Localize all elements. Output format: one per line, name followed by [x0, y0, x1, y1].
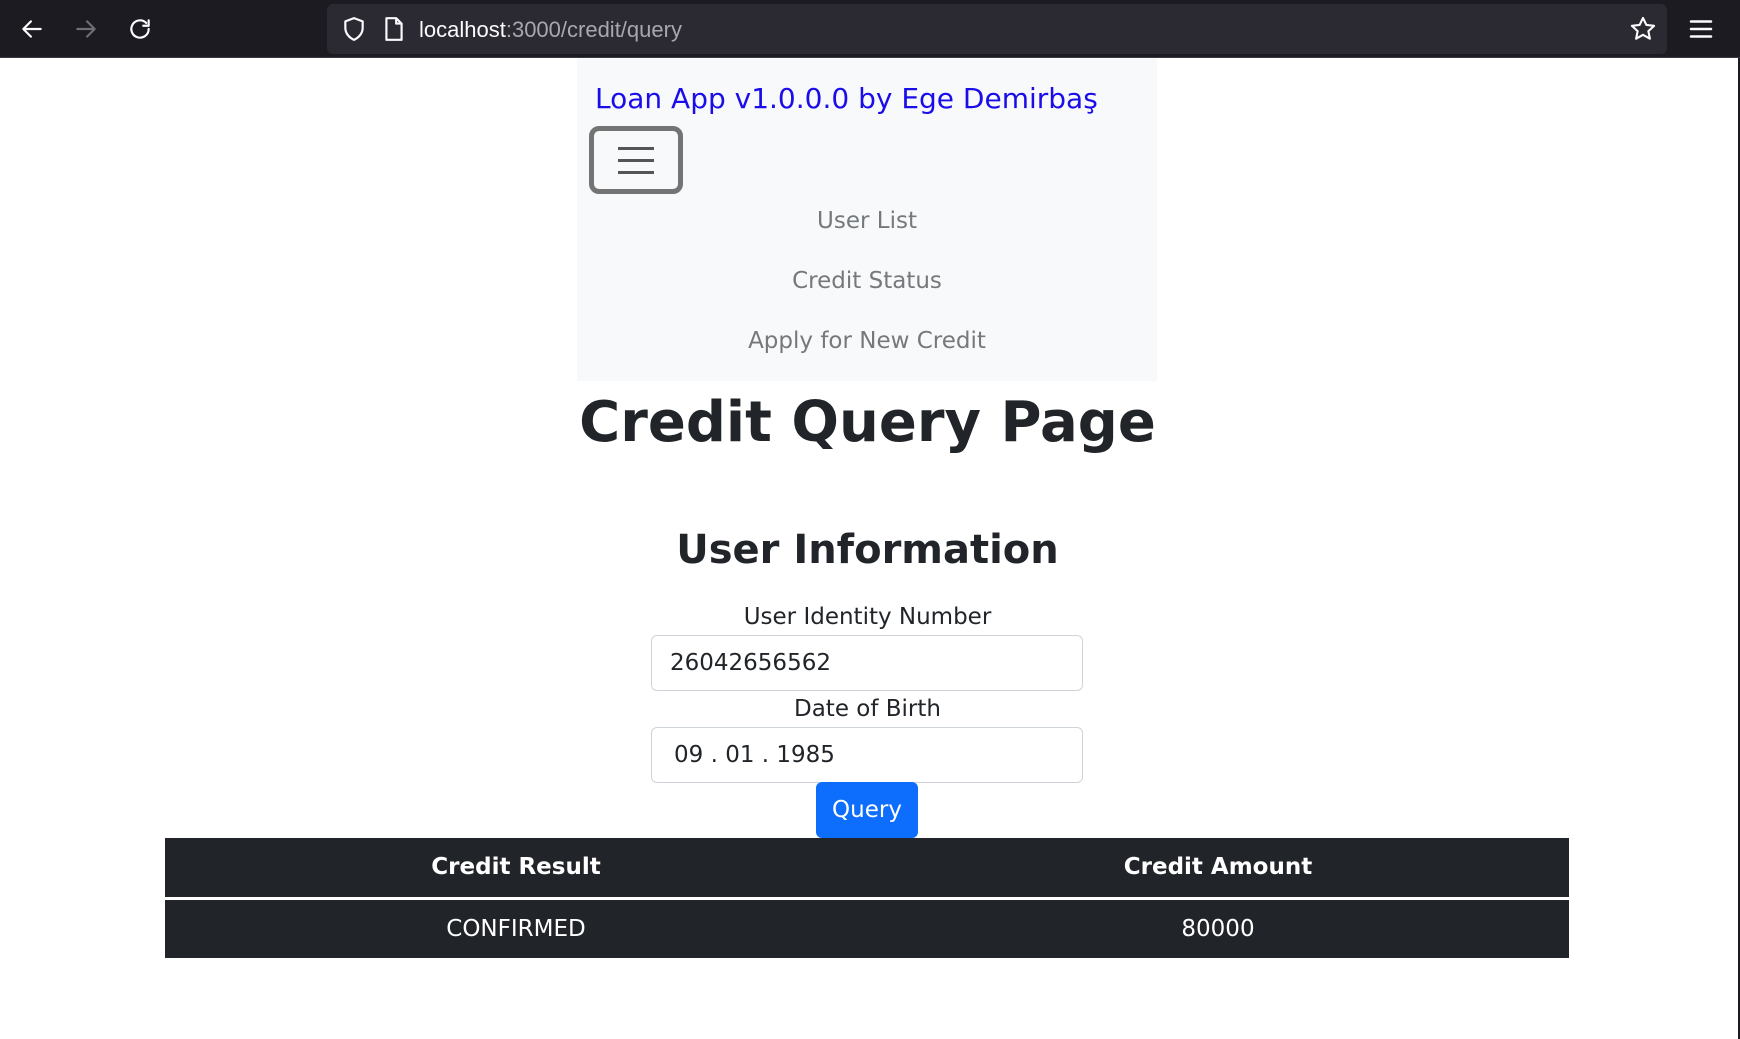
nav-link-credit-status[interactable]: Credit Status — [577, 268, 1157, 294]
toggler-line-icon — [618, 159, 654, 162]
identity-label: User Identity Number — [743, 604, 992, 630]
navbar: Loan App v1.0.0.0 by Ege Demirbaş User L… — [577, 58, 1157, 381]
credit-result-cell: CONFIRMED — [165, 898, 867, 958]
reload-icon[interactable] — [120, 10, 160, 48]
bookmark-star-icon[interactable] — [1629, 15, 1657, 43]
shield-icon[interactable] — [341, 16, 367, 42]
browser-toolbar: localhost:3000/credit/query — [0, 0, 1740, 58]
table-row: CONFIRMED 80000 — [165, 898, 1569, 958]
column-header-credit-amount: Credit Amount — [867, 838, 1569, 900]
hamburger-menu-icon[interactable] — [1686, 14, 1716, 44]
url-text[interactable]: localhost:3000/credit/query — [419, 17, 682, 43]
table-header-row: Credit Result Credit Amount — [165, 838, 1569, 900]
date-value: 09 . 01 . 1985 — [674, 742, 835, 768]
toggler-line-icon — [618, 171, 654, 174]
credit-result-table: Credit Result Credit Amount CONFIRMED 80… — [165, 838, 1569, 958]
page-title: Credit Query Page — [579, 390, 1156, 455]
page-icon — [385, 17, 403, 41]
section-title: User Information — [676, 527, 1059, 573]
date-of-birth-input[interactable]: 09 . 01 . 1985 — [651, 727, 1083, 783]
toggler-line-icon — [618, 147, 654, 150]
back-arrow-icon[interactable] — [12, 10, 52, 48]
brand-link[interactable]: Loan App v1.0.0.0 by Ege Demirbaş — [595, 82, 1098, 115]
identity-number-input[interactable] — [651, 635, 1083, 691]
address-bar[interactable]: localhost:3000/credit/query — [327, 4, 1667, 54]
column-header-credit-result: Credit Result — [165, 838, 867, 900]
navbar-toggler-button[interactable] — [589, 126, 683, 194]
nav-link-user-list[interactable]: User List — [577, 208, 1157, 234]
dob-label: Date of Birth — [794, 696, 941, 722]
credit-amount-cell: 80000 — [867, 898, 1569, 958]
forward-arrow-icon[interactable] — [66, 10, 106, 48]
query-button[interactable]: Query — [816, 782, 918, 838]
nav-link-apply-credit[interactable]: Apply for New Credit — [577, 328, 1157, 354]
